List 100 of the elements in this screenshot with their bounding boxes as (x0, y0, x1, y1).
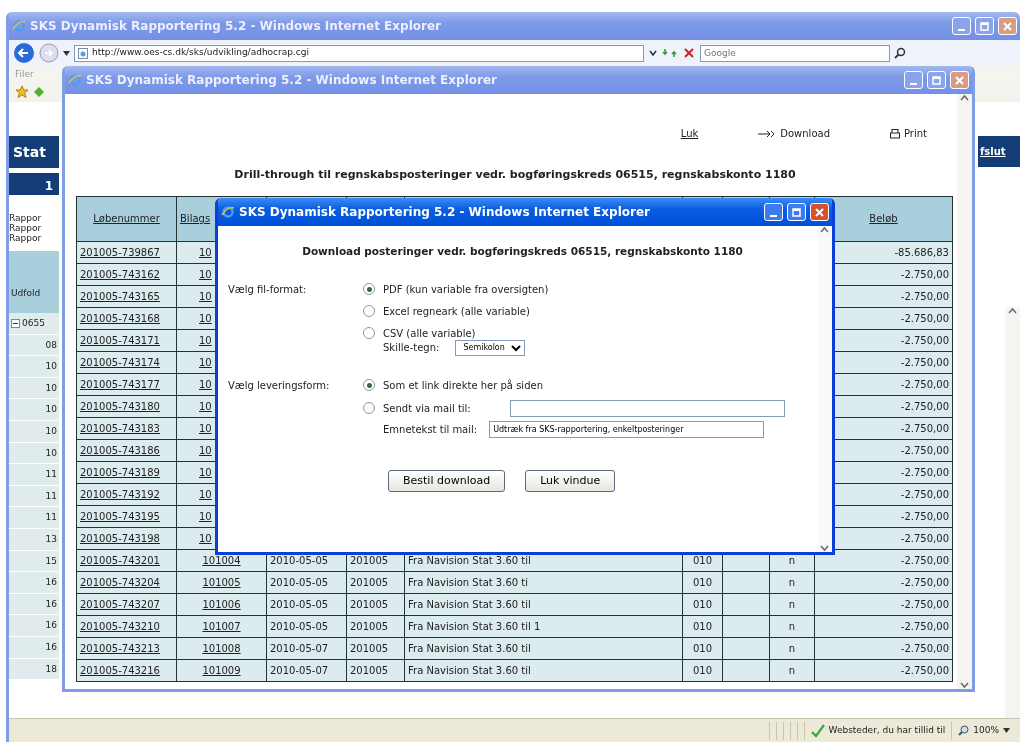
tree-label: 0655 (22, 316, 45, 330)
row-label: 10 (45, 404, 57, 415)
scroll-up-icon[interactable] (960, 94, 969, 101)
stop-icon[interactable] (682, 46, 696, 60)
radio-button[interactable] (363, 402, 375, 415)
field-label: Skille-tegn: (383, 341, 440, 356)
download-link[interactable]: Download (758, 126, 830, 141)
voucher-link[interactable]: 10 (199, 400, 212, 412)
voucher-link[interactable]: 10 (199, 246, 212, 258)
separator-select[interactable]: Semikolon (455, 339, 526, 356)
maximize-button[interactable] (787, 203, 806, 221)
maximize-icon (792, 207, 801, 217)
option-label: Sendt via mail til: (383, 401, 471, 416)
radio-button[interactable] (363, 379, 375, 392)
star-icon[interactable] (15, 85, 29, 99)
voucher-link[interactable]: 10 (199, 268, 212, 280)
subject-field[interactable]: Udtræk fra SKS-rapportering, enkeltposteringer (489, 420, 765, 438)
radio-button[interactable] (363, 283, 375, 296)
search-icon[interactable] (894, 47, 906, 59)
back-icon[interactable] (13, 42, 35, 64)
voucher-link[interactable]: 10 (199, 510, 212, 522)
scroll-down-icon[interactable] (960, 682, 969, 689)
table-cell: -2.750,00 (814, 637, 953, 659)
voucher-link[interactable]: 10 (199, 334, 212, 346)
window-title: SKS Dynamisk Rapportering 5.2 - Windows Internet Explorer (239, 204, 651, 221)
report-line: Rappor (9, 213, 43, 223)
search-field[interactable]: Google (700, 44, 890, 62)
browser-logo-icon (221, 205, 235, 219)
row-label: 11 (45, 469, 57, 480)
option-label: CSV (alle variable) (383, 326, 476, 341)
voucher-link[interactable]: 10 (199, 532, 212, 544)
window-title: SKS Dynamisk Rapportering 5.2 - Windows Internet Explorer (86, 72, 498, 89)
row-label: 11 (45, 490, 57, 501)
maximize-icon (932, 75, 941, 85)
report-line: Rappor (9, 233, 43, 243)
voucher-link[interactable]: 10 (199, 312, 212, 324)
minimize-button[interactable] (952, 17, 971, 35)
table-cell: Fra Navision Stat 3.60 til 1 (404, 615, 683, 637)
row-label: 16 (45, 598, 57, 609)
email-field[interactable] (510, 399, 785, 417)
print-link[interactable]: Print (890, 126, 927, 141)
printer-icon (890, 128, 900, 139)
close-button[interactable] (998, 17, 1017, 35)
table-cell: Fra Navision Stat 3.60 til (404, 593, 683, 615)
radio-button[interactable] (363, 305, 375, 318)
row-label: 16 (45, 620, 57, 631)
report-line: Rappor (9, 223, 43, 233)
scroll-up-icon[interactable] (820, 226, 829, 233)
zoom-control[interactable]: 100% (958, 723, 1010, 738)
column-header-link[interactable]: Bilags (180, 213, 211, 224)
page-heading: Stat (9, 136, 59, 168)
minimize-button[interactable] (764, 203, 783, 221)
table-cell: -2.750,00 (814, 659, 953, 681)
section-label: Vælg fil-format: (228, 282, 308, 297)
checkmark-icon (810, 723, 825, 738)
row-label: 18 (45, 663, 57, 674)
column-header-link[interactable]: Løbenummer (93, 213, 160, 224)
dropdown-caret-icon (1003, 728, 1010, 733)
minimize-icon (958, 28, 965, 31)
voucher-link[interactable]: 10 (199, 488, 212, 500)
dropdown-caret-icon[interactable] (63, 50, 70, 56)
dialog-button[interactable]: Bestil download (388, 469, 506, 493)
dropdown-caret-icon[interactable] (648, 48, 658, 58)
voucher-link[interactable]: 10 (199, 422, 212, 434)
tab[interactable]: 1 (9, 173, 59, 195)
security-zone-text: Websteder, du har tillid til (828, 723, 946, 737)
close-icon (1003, 21, 1012, 31)
minimize-icon (770, 214, 777, 217)
option-label: Excel regneark (alle variable) (383, 304, 530, 319)
voucher-link[interactable]: 10 (199, 444, 212, 456)
scroll-down-icon[interactable] (820, 545, 829, 552)
address-field[interactable]: http://www.oes-cs.dk/sks/udvikling/adhocrap.cgi (74, 44, 644, 62)
voucher-link[interactable]: 10 (199, 290, 212, 302)
collapse-icon[interactable] (11, 318, 20, 328)
section-label: Vælg leveringsform: (228, 378, 331, 393)
voucher-link[interactable]: 10 (199, 356, 212, 368)
scrollbar[interactable] (1005, 307, 1020, 718)
voucher-link[interactable]: 10 (199, 378, 212, 390)
add-favorite-icon[interactable] (33, 86, 45, 98)
table-cell: -2.750,00 (814, 571, 953, 593)
maximize-button[interactable] (927, 71, 946, 89)
scrollbar[interactable] (817, 226, 832, 552)
dialog-button[interactable]: Luk vindue (525, 469, 616, 493)
table-cell: Fra Navision Stat 3.60 til (404, 659, 683, 681)
close-button[interactable] (810, 203, 829, 221)
option-label: PDF (kun variable fra oversigten) (383, 282, 549, 297)
column-header-link[interactable]: Beløb (869, 213, 898, 224)
option-label: Som et link direkte her på siden (383, 378, 543, 393)
radio-button[interactable] (363, 327, 375, 340)
close-icon (955, 75, 964, 85)
minimize-button[interactable] (904, 71, 923, 89)
field-label: Emnetekst til mail: (383, 422, 478, 437)
row-label: 16 (45, 577, 57, 588)
close-link[interactable]: Luk (680, 126, 699, 141)
scroll-up-icon[interactable] (1008, 307, 1017, 314)
close-button[interactable] (950, 71, 969, 89)
browser-logo-icon (68, 73, 82, 87)
maximize-button[interactable] (975, 17, 994, 35)
voucher-link[interactable]: 10 (199, 466, 212, 478)
scrollbar[interactable] (957, 94, 972, 689)
